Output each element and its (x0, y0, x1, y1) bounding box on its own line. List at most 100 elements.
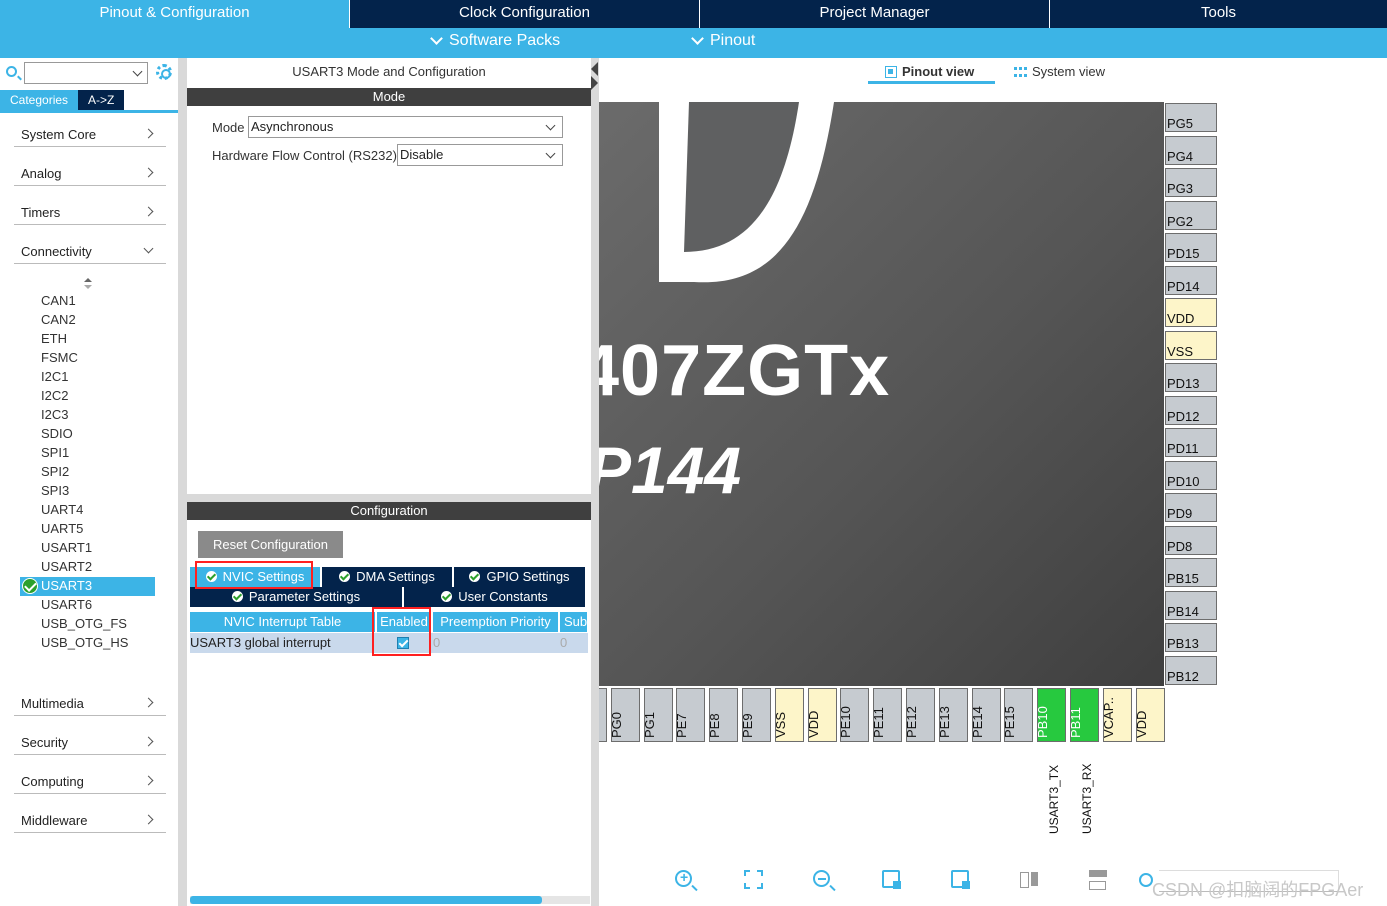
pin-pb11[interactable]: PB11 (1068, 688, 1099, 742)
pin-pe12[interactable]: PE12 (904, 688, 935, 742)
col-preemption-priority[interactable]: Preemption Priority (433, 612, 559, 632)
sub-priority-value[interactable]: 0 (560, 633, 567, 653)
splitter-left[interactable] (178, 58, 187, 906)
pin-vss[interactable]: VSS (773, 688, 804, 742)
pin-vss[interactable]: VSS (1165, 330, 1217, 360)
search-icon[interactable] (1139, 873, 1153, 887)
pin-vdd[interactable]: VDD (1134, 688, 1165, 742)
tab-clock-configuration[interactable]: Clock Configuration (350, 0, 700, 28)
scrollbar-thumb[interactable] (190, 896, 542, 904)
search-icon[interactable] (6, 66, 17, 77)
tab-system-view[interactable]: System view (1014, 64, 1105, 79)
pin-pe15[interactable]: PE15 (1002, 688, 1034, 742)
pin-pd15[interactable]: PD15 (1165, 233, 1217, 262)
chevron-down-icon[interactable] (132, 66, 143, 77)
pin-pd10[interactable]: PD10 (1165, 460, 1217, 490)
sidebar-item-usb-otg-hs[interactable]: USB_OTG_HS (41, 634, 128, 652)
section-security[interactable]: Security (14, 733, 166, 755)
preemption-value[interactable]: 0 (433, 633, 440, 653)
pin-pg0[interactable]: PG0 (609, 688, 640, 742)
pin-pg4[interactable]: PG4 (1165, 135, 1217, 165)
pin-pe8[interactable]: PE8 (707, 688, 739, 742)
tab-project-manager[interactable]: Project Manager (700, 0, 1050, 28)
sidebar-item-eth[interactable]: ETH (41, 330, 67, 348)
section-computing[interactable]: Computing (14, 772, 166, 794)
pin-vcap[interactable]: VCAP.. (1101, 688, 1132, 742)
pin-pf15[interactable]: PF15 (599, 688, 607, 742)
sidebar-item-usb-otg-fs[interactable]: USB_OTG_FS (41, 615, 127, 633)
tab-pinout-configuration[interactable]: Pinout & Configuration (0, 0, 350, 28)
sidebar-item-spi2[interactable]: SPI2 (41, 463, 69, 481)
software-packs-menu[interactable]: Software Packs (430, 32, 560, 50)
sidebar-item-usart6[interactable]: USART6 (41, 596, 92, 614)
section-multimedia[interactable]: Multimedia (14, 694, 166, 716)
tab-categories[interactable]: Categories (0, 90, 79, 110)
section-analog[interactable]: Analog (14, 164, 166, 186)
pin-pe11[interactable]: PE11 (871, 688, 903, 742)
sidebar-item-spi3[interactable]: SPI3 (41, 482, 69, 500)
tab-dma-settings[interactable]: DMA Settings (322, 567, 453, 587)
sidebar-item-spi1[interactable]: SPI1 (41, 444, 69, 462)
section-middleware[interactable]: Middleware (14, 811, 166, 833)
section-timers[interactable]: Timers (14, 203, 166, 225)
zoom-out-icon[interactable] (813, 870, 830, 887)
mode-select[interactable]: Asynchronous (248, 116, 563, 138)
pin-pe9[interactable]: PE9 (740, 688, 771, 742)
tab-pinout-view[interactable]: Pinout view (885, 64, 974, 79)
sidebar-item-usart3[interactable]: USART3 (41, 577, 92, 595)
pin-pd13[interactable]: PD13 (1165, 363, 1217, 392)
col-sub[interactable]: Sub (560, 612, 588, 632)
rotate-left-icon[interactable] (951, 870, 970, 889)
zoom-in-icon[interactable] (675, 869, 692, 887)
sidebar-item-can2[interactable]: CAN2 (41, 311, 76, 329)
pin-pd8[interactable]: PD8 (1165, 525, 1217, 555)
tab-tools[interactable]: Tools (1050, 0, 1387, 28)
tab-user-constants[interactable]: User Constants (404, 587, 585, 607)
sort-icon[interactable] (84, 278, 92, 290)
pin-pg5[interactable]: PG5 (1165, 103, 1217, 132)
pin-pb13[interactable]: PB13 (1165, 623, 1217, 652)
pin-pg1[interactable]: PG1 (642, 688, 673, 742)
tab-a-z[interactable]: A->Z (78, 90, 125, 110)
col-nvic-interrupt-table[interactable]: NVIC Interrupt Table (190, 612, 376, 632)
fit-icon[interactable] (744, 870, 763, 889)
pin-pe13[interactable]: PE13 (937, 688, 968, 742)
sidebar-item-usart1[interactable]: USART1 (41, 539, 92, 557)
reset-configuration-button[interactable]: Reset Configuration (198, 531, 343, 558)
expand-right-icon[interactable] (591, 76, 598, 90)
pin-pb14[interactable]: PB14 (1165, 590, 1217, 620)
pin-pg3[interactable]: PG3 (1165, 168, 1217, 197)
pin-pd12[interactable]: PD12 (1165, 395, 1217, 425)
mcu-chip[interactable]: 407ZGTx P144 (599, 102, 1164, 686)
horizontal-scrollbar[interactable] (190, 896, 590, 904)
search-input[interactable] (24, 62, 148, 84)
gear-icon[interactable] (156, 64, 172, 80)
pin-pd14[interactable]: PD14 (1165, 265, 1217, 295)
tab-gpio-settings[interactable]: GPIO Settings (454, 567, 585, 587)
sidebar-item-can1[interactable]: CAN1 (41, 292, 76, 310)
flow-control-select[interactable]: Disable (397, 144, 563, 166)
sidebar-item-i2c3[interactable]: I2C3 (41, 406, 68, 424)
collapse-left-icon[interactable] (591, 62, 598, 76)
rotate-right-icon[interactable] (882, 870, 901, 889)
pin-vdd[interactable]: VDD (1165, 298, 1217, 327)
sidebar-item-usart2[interactable]: USART2 (41, 558, 92, 576)
pin-pg2[interactable]: PG2 (1165, 200, 1217, 230)
section-connectivity[interactable]: Connectivity (14, 242, 166, 264)
pin-pe7[interactable]: PE7 (674, 688, 706, 742)
pin-pd9[interactable]: PD9 (1165, 493, 1217, 522)
pin-pe10[interactable]: PE10 (838, 688, 870, 742)
pin-pb15[interactable]: PB15 (1165, 558, 1217, 587)
sidebar-item-sdio[interactable]: SDIO (41, 425, 73, 443)
pin-pe14[interactable]: PE14 (970, 688, 1001, 742)
splitter-right[interactable] (591, 58, 599, 906)
pinout-menu[interactable]: Pinout (691, 32, 755, 50)
sidebar-item-i2c2[interactable]: I2C2 (41, 387, 68, 405)
pin-vdd[interactable]: VDD (806, 688, 837, 742)
sidebar-item-uart4[interactable]: UART4 (41, 501, 83, 519)
flip-vertical-icon[interactable] (1089, 870, 1107, 890)
sidebar-item-i2c1[interactable]: I2C1 (41, 368, 68, 386)
section-system-core[interactable]: System Core (14, 125, 166, 147)
pin-pb12[interactable]: PB12 (1165, 655, 1217, 685)
sidebar-item-uart5[interactable]: UART5 (41, 520, 83, 538)
